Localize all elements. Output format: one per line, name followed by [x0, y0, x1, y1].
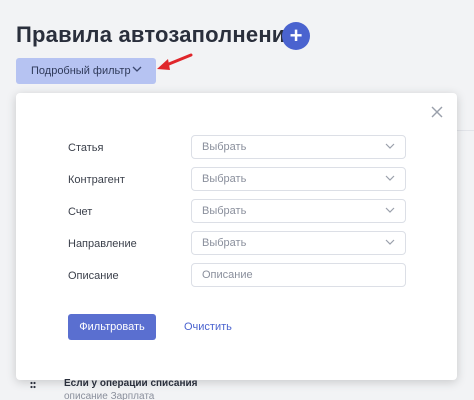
chevron-down-icon	[385, 207, 395, 213]
close-icon[interactable]	[430, 105, 444, 119]
detailed-filter-toggle[interactable]: Подробный фильтр	[16, 58, 156, 84]
plus-icon: +	[289, 23, 303, 48]
field-label-counterparty: Контрагент	[68, 174, 125, 186]
filter-panel: Статья Выбрать Контрагент Выбрать Счет В…	[16, 93, 457, 380]
drag-handle-icon[interactable]	[30, 381, 36, 391]
chevron-down-icon	[385, 239, 395, 245]
background-divider	[456, 130, 474, 131]
apply-filter-button[interactable]: Фильтровать	[68, 314, 156, 340]
clear-filter-link[interactable]: Очистить	[184, 321, 232, 333]
chevron-down-icon	[385, 143, 395, 149]
direction-select-value: Выбрать	[202, 237, 247, 249]
list-item-title: Если у операции списания	[64, 378, 198, 389]
account-select[interactable]: Выбрать	[191, 199, 406, 223]
account-select-value: Выбрать	[202, 205, 247, 217]
page-title: Правила автозаполнения	[16, 22, 299, 47]
red-arrow-icon	[157, 53, 193, 70]
field-label-article: Статья	[68, 142, 104, 154]
chevron-down-icon	[132, 66, 142, 72]
field-label-account: Счет	[68, 206, 93, 218]
counterparty-select[interactable]: Выбрать	[191, 167, 406, 191]
counterparty-select-value: Выбрать	[202, 173, 247, 185]
article-select-value: Выбрать	[202, 141, 247, 153]
chevron-down-icon	[385, 175, 395, 181]
add-rule-button[interactable]: +	[282, 22, 310, 50]
field-label-direction: Направление	[68, 238, 137, 250]
field-label-description: Описание	[68, 270, 119, 282]
description-input[interactable]	[191, 263, 406, 287]
direction-select[interactable]: Выбрать	[191, 231, 406, 255]
article-select[interactable]: Выбрать	[191, 135, 406, 159]
filter-toggle-label: Подробный фильтр	[31, 65, 131, 77]
list-item-subtitle: описание Зарплата	[64, 391, 155, 400]
